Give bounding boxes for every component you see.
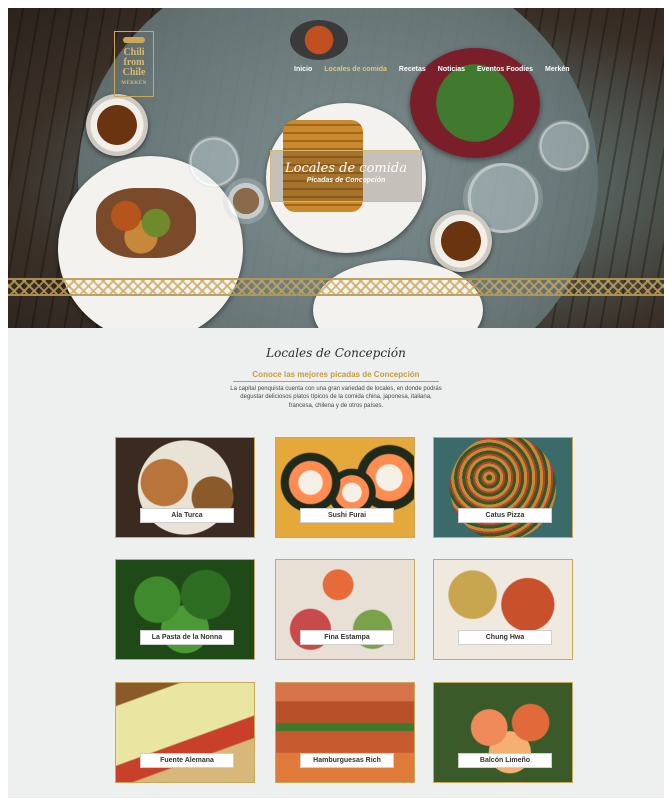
pan-image (290, 20, 348, 60)
restaurant-card-balcon-limeno[interactable]: Balcón Limeño (433, 682, 573, 783)
section-intro: La capital penquista cuenta con una gran… (230, 386, 442, 409)
vegetables-image (96, 188, 196, 258)
main-navigation: Inicio Locales de comida Recetas Noticia… (294, 66, 582, 73)
restaurant-name: Catus Pizza (458, 508, 552, 523)
restaurant-name: La Pasta de la Nonna (140, 630, 234, 645)
restaurant-card-fina-estampa[interactable]: Fina Estampa (275, 559, 415, 660)
restaurant-name: Balcón Limeño (458, 753, 552, 768)
restaurant-name: Fuente Alemana (140, 753, 234, 768)
restaurant-name: Chung Hwa (458, 630, 552, 645)
decorative-pattern-band (8, 278, 664, 296)
nav-item-inicio[interactable]: Inicio (294, 66, 312, 73)
brand-logo[interactable]: Chili from Chile MERKÉN (114, 31, 154, 97)
nav-item-noticias[interactable]: Noticias (438, 66, 465, 73)
chili-pepper-icon (123, 37, 145, 43)
nav-item-locales-de-comida[interactable]: Locales de comida (324, 66, 387, 73)
divider (233, 381, 439, 382)
coffee-cup-image (86, 94, 148, 156)
salad-bowl-image (410, 48, 540, 158)
restaurant-card-sushi-furai[interactable]: Sushi Furai (275, 437, 415, 538)
restaurant-name: Sushi Furai (300, 508, 394, 523)
hero-title: Locales de comida (285, 161, 407, 176)
restaurant-name: Fina Estampa (300, 630, 394, 645)
section-title: Locales de Concepción (266, 346, 406, 360)
coffee-cup-image (430, 210, 492, 272)
restaurant-name: Ala Turca (140, 508, 234, 523)
water-glass-image (188, 136, 240, 188)
glass-image (538, 120, 590, 172)
nav-item-recetas[interactable]: Recetas (399, 66, 426, 73)
hero-subtitle: Picadas de Concepción (306, 177, 386, 184)
restaurant-card-ala-turca[interactable]: Ala Turca (115, 437, 255, 538)
page: Chili from Chile MERKÉN Inicio Locales d… (8, 8, 664, 798)
section-subtitle: Conoce las mejores picadas de Concepción (252, 370, 420, 379)
restaurant-name: Hamburguesas Rich (300, 753, 394, 768)
sugar-bowl-image (223, 178, 269, 224)
restaurant-card-chung-hwa[interactable]: Chung Hwa (433, 559, 573, 660)
nav-item-eventos-foodies[interactable]: Eventos Foodies (477, 66, 533, 73)
brand-tagline: MERKÉN (121, 81, 147, 86)
brand-line-3: Chile (122, 67, 146, 78)
restaurant-card-fuente-alemana[interactable]: Fuente Alemana (115, 682, 255, 783)
restaurant-card-la-pasta-de-la-nonna[interactable]: La Pasta de la Nonna (115, 559, 255, 660)
hero-title-box: Locales de comida Picadas de Concepción (270, 150, 422, 202)
nav-item-merken[interactable]: Merkén (545, 66, 570, 73)
hero-banner: Chili from Chile MERKÉN Inicio Locales d… (8, 8, 664, 328)
restaurant-grid: Ala Turca Sushi Furai Catus Pizza La Pas… (115, 437, 575, 789)
restaurant-card-catus-pizza[interactable]: Catus Pizza (433, 437, 573, 538)
restaurant-card-hamburguesas-rich[interactable]: Hamburguesas Rich (275, 682, 415, 783)
